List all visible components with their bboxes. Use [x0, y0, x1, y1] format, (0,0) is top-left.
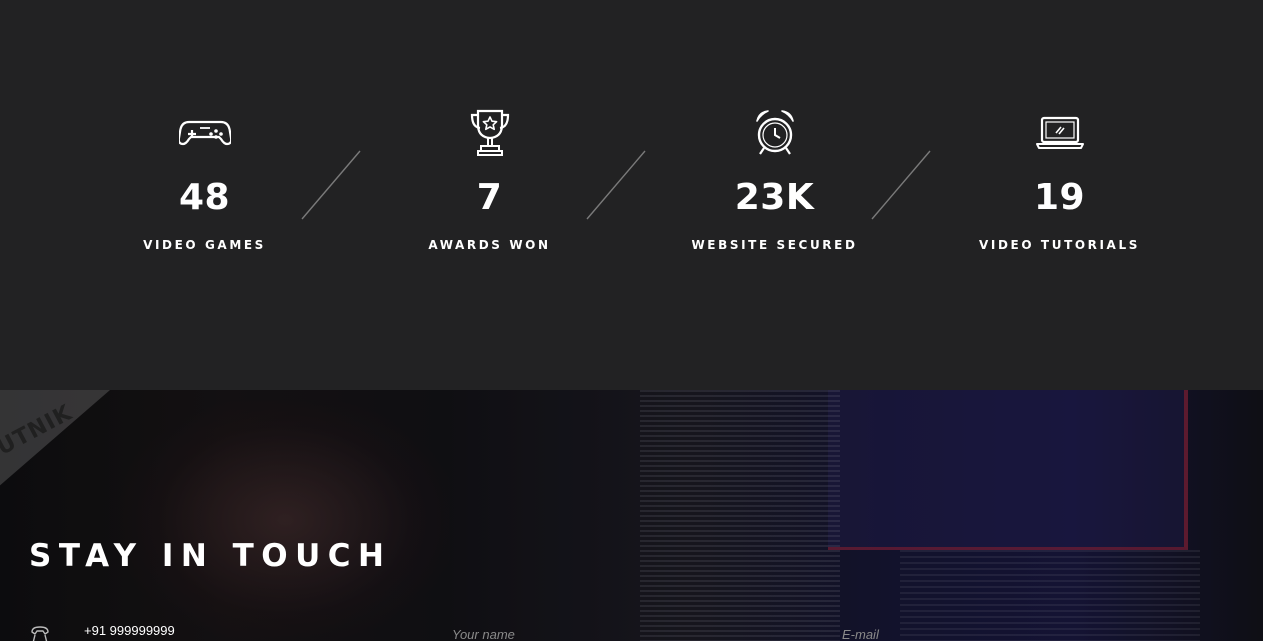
- phone-number: +91 999999999: [84, 623, 175, 638]
- stat-label: AWARDS WON: [428, 238, 551, 252]
- stat-label: WEBSITE SECURED: [691, 238, 858, 252]
- phone-icon: [31, 626, 49, 641]
- section-title: STAY IN TOUCH: [29, 538, 392, 574]
- alarm-clock-icon: [755, 110, 794, 155]
- stay-in-touch-section: UTNIK STAY IN TOUCH +91 999999999: [0, 390, 1263, 641]
- background-overlay: [0, 390, 1263, 641]
- stat-video-tutorials: 19 VIDEO TUTORIALS: [917, 108, 1202, 253]
- laptop-icon: [1035, 116, 1084, 149]
- stat-label: VIDEO GAMES: [143, 238, 266, 252]
- trophy-icon: [470, 109, 509, 156]
- stat-value: 19: [1033, 177, 1086, 218]
- stats-section: 48 VIDEO GAMES 7 AWARDS WON 23K WEBSITE …: [0, 0, 1263, 390]
- stat-label: VIDEO TUTORIALS: [979, 238, 1140, 252]
- gamepad-icon: [178, 120, 231, 146]
- name-input[interactable]: [452, 623, 752, 641]
- email-input[interactable]: [842, 623, 1142, 641]
